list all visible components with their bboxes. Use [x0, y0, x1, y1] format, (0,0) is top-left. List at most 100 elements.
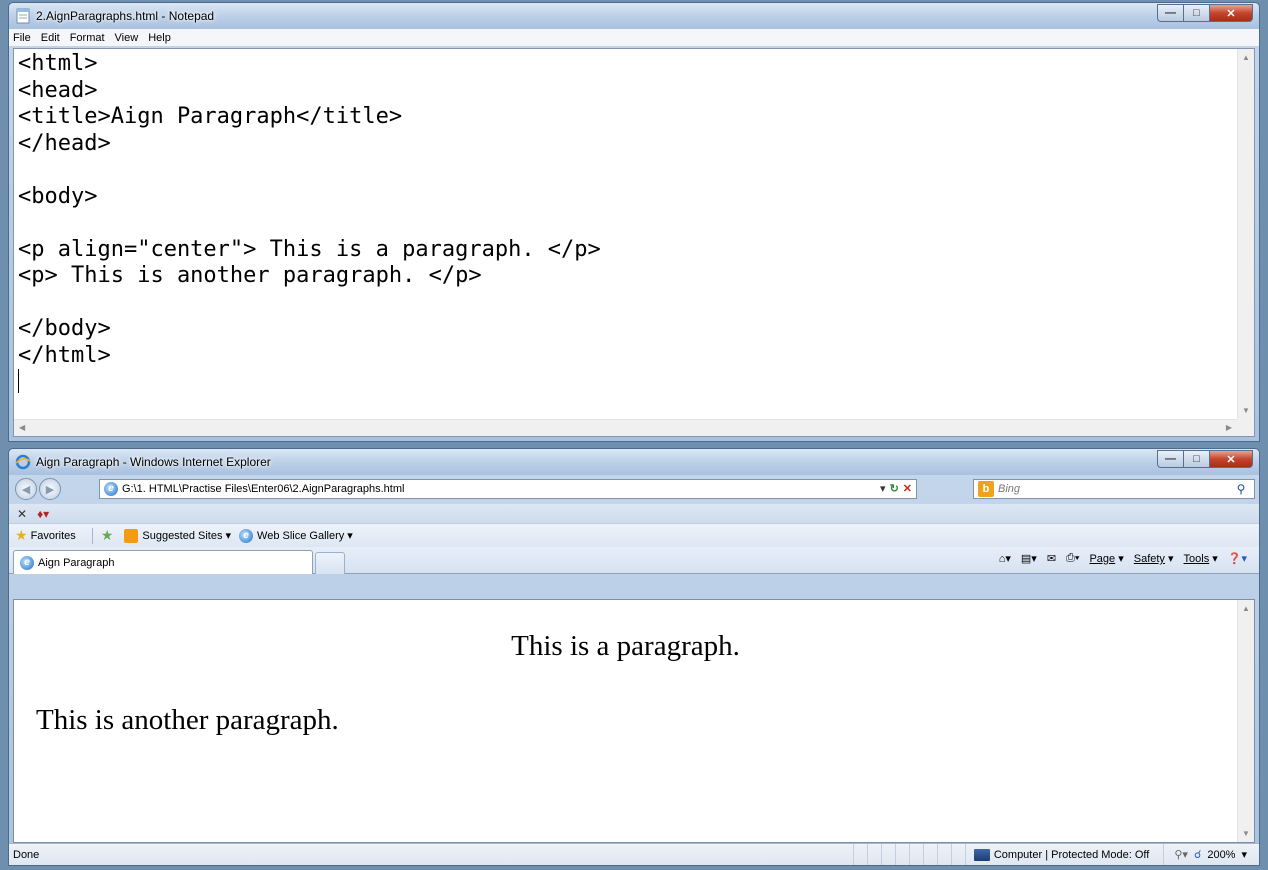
- paragraph-centered: This is a paragraph.: [511, 630, 740, 662]
- help-icon[interactable]: ❓▾: [1228, 552, 1247, 565]
- separator: [91, 527, 93, 544]
- add-favorite-button[interactable]: ★: [101, 527, 117, 544]
- ie-titlebar[interactable]: Aign Paragraph - Windows Internet Explor…: [9, 449, 1259, 475]
- horizontal-scrollbar[interactable]: ◀ ▶: [14, 419, 1237, 436]
- notepad-menubar: File Edit Format View Help: [9, 29, 1259, 47]
- safety-menu-label: Safety: [1133, 553, 1165, 565]
- maximize-button[interactable]: □: [1183, 4, 1209, 22]
- command-bar: ⌂▾ ▤▾ ✉ ⎙▾ Page ▾ Safety ▾ Tools ▾ ❓▾: [999, 552, 1247, 565]
- editor-line: <html>: [18, 51, 98, 76]
- search-input[interactable]: Bing: [998, 483, 1228, 495]
- suggested-sites-icon: [124, 528, 139, 543]
- web-slice-gallery-button[interactable]: e Web Slice Gallery ▾: [239, 528, 353, 543]
- editor-text[interactable]: <html> <head> <title>Aign Paragraph</title…: [16, 51, 1234, 418]
- tools-menu[interactable]: Tools ▾: [1184, 552, 1218, 565]
- address-actions: ▾ ↻ ✕: [880, 482, 912, 495]
- add-favorite-icon: ★: [100, 527, 114, 543]
- scroll-up-icon[interactable]: ▲: [1242, 53, 1250, 62]
- editor-line: </html>: [18, 342, 111, 368]
- status-bar: Done Computer | Protected Mode: Off ⚲▾ ☌…: [9, 843, 1259, 865]
- ie-icon: [15, 454, 31, 470]
- search-box[interactable]: b Bing ⚲: [973, 479, 1255, 499]
- mail-icon[interactable]: ✉: [1047, 552, 1056, 565]
- stop-icon[interactable]: ✕: [903, 482, 912, 495]
- ie-page-icon: e: [239, 528, 254, 543]
- menu-help[interactable]: Help: [148, 32, 171, 44]
- notepad-caption-buttons: — □ ✕: [1157, 4, 1253, 22]
- notepad-titlebar[interactable]: 2.AignParagraphs.html - Notepad — □ ✕: [9, 3, 1259, 29]
- editor-line: <body>: [18, 183, 98, 209]
- scroll-right-icon[interactable]: ▶: [1226, 423, 1232, 432]
- status-cell: [922, 844, 937, 865]
- network-icon: [973, 848, 990, 861]
- favorites-button[interactable]: ★ Favorites: [15, 527, 76, 544]
- address-text: G:\1. HTML\Practise Files\Enter06\2.Aign…: [122, 483, 405, 495]
- ie-title: Aign Paragraph - Windows Internet Explor…: [36, 455, 271, 469]
- web-page-content: This is a paragraph. This is another par…: [13, 599, 1255, 843]
- page-icon: e: [104, 482, 118, 496]
- star-icon: ★: [15, 527, 28, 543]
- page-menu[interactable]: Page ▾: [1089, 552, 1123, 565]
- scroll-left-icon[interactable]: ◀: [19, 423, 25, 432]
- scroll-down-icon[interactable]: ▼: [1242, 829, 1250, 838]
- vertical-scrollbar[interactable]: ▲ ▼: [1237, 49, 1254, 419]
- back-icon[interactable]: ◀: [15, 478, 37, 500]
- menu-file[interactable]: File: [13, 32, 31, 44]
- print-icon[interactable]: ⎙▾: [1066, 552, 1079, 565]
- menu-view[interactable]: View: [115, 32, 139, 44]
- zoom-control[interactable]: ⚲▾ ☌ 200% ▾: [1163, 844, 1259, 865]
- search-icon[interactable]: ⚲: [1228, 482, 1254, 496]
- home-icon[interactable]: ⌂▾: [999, 552, 1011, 565]
- notepad-editor[interactable]: <html> <head> <title>Aign Paragraph</title…: [13, 48, 1255, 437]
- scroll-up-icon[interactable]: ▲: [1242, 604, 1250, 613]
- maximize-button[interactable]: □: [1183, 450, 1209, 468]
- editor-line: <head>: [18, 77, 98, 103]
- minimize-button[interactable]: —: [1157, 4, 1183, 22]
- menu-format[interactable]: Format: [70, 32, 105, 44]
- menu-edit[interactable]: Edit: [41, 32, 60, 44]
- status-cell: [866, 844, 881, 865]
- web-slice-gallery-label: Web Slice Gallery: [257, 529, 345, 542]
- addon-icon[interactable]: ♦▾: [37, 507, 49, 521]
- close-button[interactable]: ✕: [1209, 4, 1253, 22]
- address-bar[interactable]: e G:\1. HTML\Practise Files\Enter06\2.Ai…: [99, 479, 917, 499]
- feeds-icon[interactable]: ▤▾: [1021, 552, 1037, 565]
- ie-caption-buttons: — □ ✕: [1157, 450, 1253, 468]
- status-cell: [908, 844, 923, 865]
- text-caret: [18, 369, 1234, 396]
- tab-aign-paragraph[interactable]: e Aign Paragraph: [13, 550, 313, 574]
- status-text: Done: [13, 848, 40, 861]
- security-zone[interactable]: Computer | Protected Mode: Off: [964, 844, 1164, 865]
- editor-line: <title>Aign Paragraph</title>: [18, 104, 403, 129]
- status-cell: [950, 844, 965, 865]
- page-menu-label: Page: [1089, 553, 1116, 565]
- zone-text: Computer | Protected Mode: Off: [993, 848, 1150, 861]
- resize-grip[interactable]: [1237, 419, 1254, 436]
- chevron-down-icon: ▾: [225, 530, 232, 542]
- scroll-down-icon[interactable]: ▼: [1242, 406, 1250, 415]
- tab-label: Aign Paragraph: [38, 556, 115, 569]
- bing-icon: b: [978, 481, 994, 497]
- status-cell: [852, 844, 867, 865]
- editor-line: <p> This is another paragraph. </p>: [18, 263, 482, 288]
- minimize-button[interactable]: —: [1157, 450, 1183, 468]
- dropdown-icon[interactable]: ▾: [880, 482, 886, 495]
- notepad-icon: [15, 8, 31, 24]
- page-scrollbar[interactable]: ▲ ▼: [1237, 600, 1254, 842]
- close-button[interactable]: ✕: [1209, 450, 1253, 468]
- zoom-level: 200%: [1207, 848, 1236, 861]
- forward-icon[interactable]: ▶: [39, 478, 61, 500]
- refresh-icon[interactable]: ↻: [890, 482, 899, 495]
- notepad-window: 2.AignParagraphs.html - Notepad — □ ✕ Fi…: [8, 2, 1260, 442]
- status-cell: [936, 844, 951, 865]
- popup-blocker-icon[interactable]: ⚲▾: [1174, 848, 1188, 861]
- favorites-bar: ★ Favorites ★ Suggested Sites ▾ e Web Sl…: [9, 523, 1259, 547]
- close-strip-icon[interactable]: ✕: [17, 507, 27, 521]
- status-cell: [894, 844, 909, 865]
- suggested-sites-button[interactable]: Suggested Sites ▾: [124, 528, 232, 543]
- safety-menu[interactable]: Safety ▾: [1134, 552, 1174, 565]
- ie-tab-icon: e: [20, 555, 34, 570]
- new-tab-button[interactable]: [315, 552, 345, 574]
